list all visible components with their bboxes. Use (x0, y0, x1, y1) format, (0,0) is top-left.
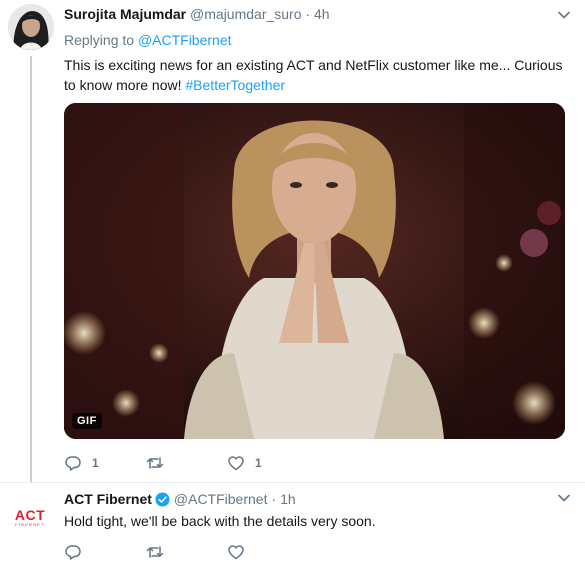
reply-button[interactable] (64, 543, 82, 561)
retweet-icon (146, 457, 164, 469)
svg-text:ACT: ACT (15, 507, 45, 523)
hashtag-link[interactable]: #BetterTogether (185, 77, 285, 93)
caret-down-icon[interactable] (557, 8, 571, 22)
tweet-body: This is exciting news for an existing AC… (64, 57, 563, 93)
author-handle[interactable]: @ACTFibernet (174, 491, 268, 507)
like-icon (228, 456, 244, 471)
tweet-text: Hold tight, we'll be back with the detai… (64, 513, 376, 529)
tweet-actions (64, 543, 364, 561)
retweet-button[interactable] (146, 454, 164, 472)
avatar[interactable] (8, 4, 54, 50)
separator-dot: · (271, 491, 277, 507)
gif-badge: GIF (72, 413, 102, 429)
verified-icon (155, 491, 170, 507)
timestamp[interactable]: 4h (314, 6, 330, 22)
caret-down-icon[interactable] (557, 491, 571, 505)
gif-media[interactable]: GIF (64, 103, 565, 439)
reply-icon (65, 456, 81, 471)
replying-to-label: Replying to (64, 32, 135, 48)
tweet-header: ACT Fibernet @ACTFibernet · 1h (64, 491, 296, 507)
act-fibernet-logo[interactable]: ACT FIBERNET (10, 507, 50, 527)
replying-to-handle[interactable]: @ACTFibernet (138, 32, 232, 48)
gif-image (64, 103, 565, 439)
separator-dot: · (305, 6, 311, 22)
tweet-actions: 1 1 (64, 454, 544, 472)
timestamp[interactable]: 1h (280, 491, 296, 507)
tweet[interactable]: Surojita Majumdar @majumdar_suro · 4h Re… (0, 0, 585, 482)
like-count: 1 (255, 456, 262, 470)
like-icon (228, 545, 244, 560)
author-name[interactable]: Surojita Majumdar (64, 6, 186, 22)
replying-to: Replying to @ACTFibernet (64, 32, 232, 48)
retweet-icon (146, 546, 164, 558)
like-button[interactable]: 1 (227, 454, 262, 472)
tweet-text: This is exciting news for an existing AC… (64, 55, 564, 95)
reply-button[interactable]: 1 (64, 454, 99, 472)
author-handle[interactable]: @majumdar_suro (190, 6, 301, 22)
retweet-button[interactable] (146, 543, 164, 561)
like-button[interactable] (227, 543, 245, 561)
reply-icon (65, 545, 81, 560)
author-name[interactable]: ACT Fibernet (64, 491, 152, 507)
reply-count: 1 (92, 456, 99, 470)
thread-line (30, 56, 32, 482)
svg-text:FIBERNET: FIBERNET (15, 522, 44, 527)
tweet[interactable]: ACT FIBERNET ACT Fibernet @ACTFibernet ·… (0, 482, 585, 567)
tweet-header: Surojita Majumdar @majumdar_suro · 4h (64, 6, 330, 22)
